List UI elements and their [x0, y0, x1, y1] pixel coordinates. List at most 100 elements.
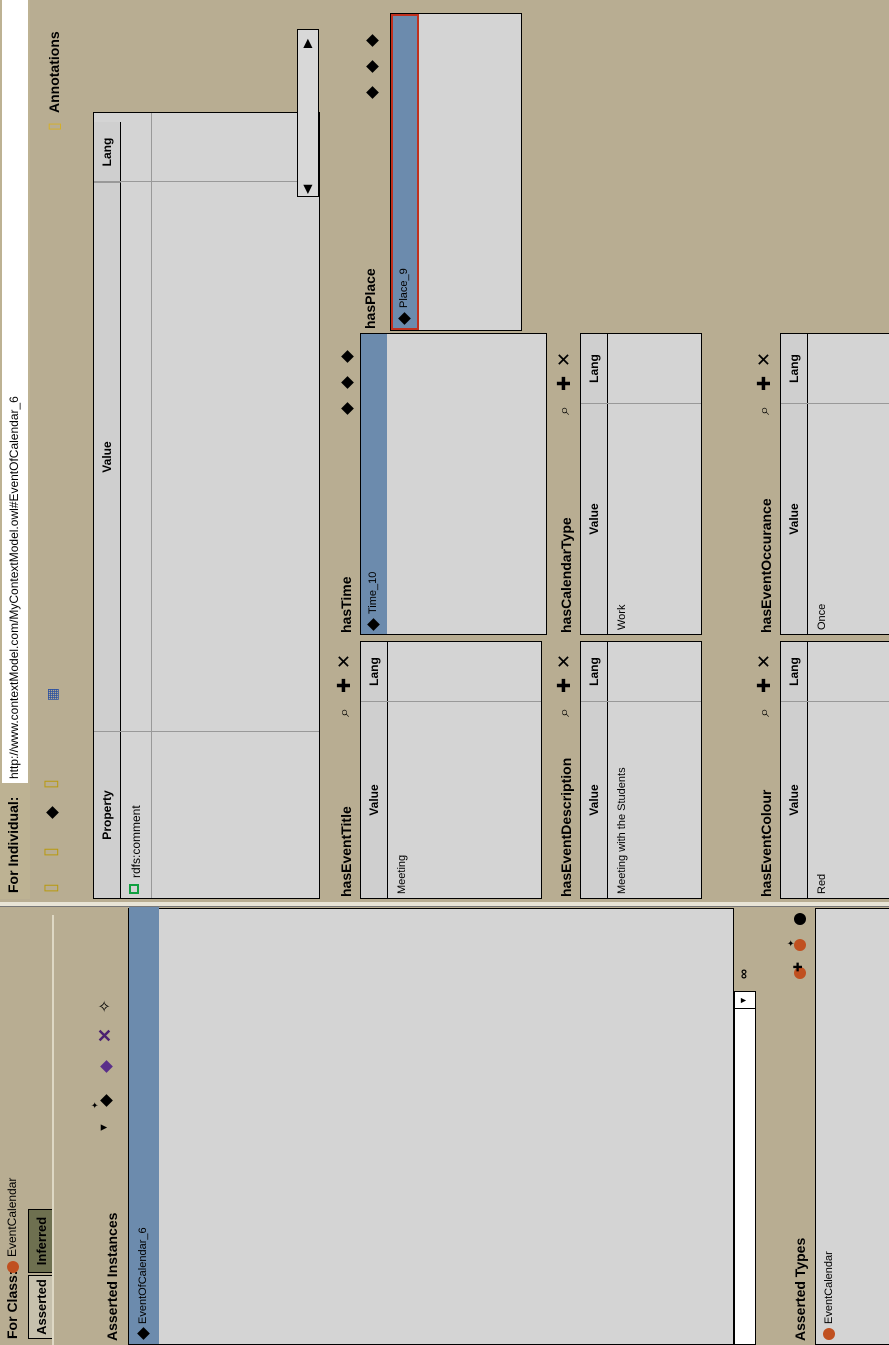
value-header[interactable]: Value	[361, 701, 388, 898]
cell-value: Meeting with the Students	[616, 767, 628, 894]
list-item[interactable]: EventOfCalendar_6	[129, 903, 159, 1344]
add-value-icon[interactable]	[341, 376, 354, 389]
tab-asserted[interactable]: Asserted	[28, 1275, 53, 1339]
lang-header[interactable]: Lang	[361, 642, 388, 701]
annotations-header-value[interactable]: Value	[94, 182, 121, 731]
has-time-list[interactable]: Time_10	[360, 333, 547, 635]
search-icon[interactable]: ⌕	[556, 708, 574, 717]
create-instance-icon[interactable]	[100, 1094, 113, 1107]
close-icon[interactable]: ✕	[554, 352, 575, 367]
value-header[interactable]: Value	[581, 701, 608, 898]
type-circle-icon[interactable]	[794, 913, 806, 925]
search-icon[interactable]: ⌕	[756, 406, 774, 415]
add-icon[interactable]: ✚	[554, 678, 575, 693]
instance-search-field[interactable]	[734, 1008, 756, 1345]
delete-instance-icon[interactable]: ✕	[95, 1028, 116, 1043]
list-item[interactable]: Time_10	[361, 334, 387, 634]
close-icon[interactable]: ✕	[754, 352, 775, 367]
has-event-colour-label: hasEventColour	[758, 789, 774, 897]
header-label: Lang	[787, 657, 801, 686]
add-icon[interactable]: ✚	[754, 678, 775, 693]
create-value-icon[interactable]	[341, 402, 354, 415]
column-divider	[781, 701, 889, 702]
lang-header[interactable]: Lang	[781, 334, 808, 403]
close-icon[interactable]: ✕	[754, 654, 775, 669]
sparkle-instance-icon[interactable]: ✧	[95, 1000, 115, 1013]
add-annotation-icon[interactable]: ▯	[40, 883, 61, 893]
value-header[interactable]: Value	[781, 701, 808, 898]
lang-header[interactable]: Lang	[581, 642, 608, 701]
scroll-left-icon[interactable]: ◀	[300, 185, 314, 194]
class-icon	[7, 1261, 19, 1273]
value-header[interactable]: Value	[581, 403, 608, 634]
add-icon[interactable]: ✚	[334, 678, 355, 693]
has-event-title-table[interactable]: Value Lang Meeting	[360, 641, 542, 899]
table-row[interactable]: rdfs:comment	[121, 113, 152, 898]
search-dropdown[interactable]: ▼	[734, 991, 756, 1009]
copy-instance-icon[interactable]	[100, 1060, 113, 1073]
close-icon[interactable]: ✕	[554, 654, 575, 669]
chevron-down-icon: ▼	[738, 996, 748, 1005]
dropdown-arrow-icon[interactable]: ▼	[98, 1122, 110, 1133]
annotations-table[interactable]: Property Value Lang rdfs:comment	[93, 112, 320, 899]
annotations-header-lang[interactable]: Lang	[94, 122, 121, 182]
asserted-types-title: Asserted Types	[792, 1237, 808, 1341]
cell-value: Meeting	[396, 854, 408, 894]
add-individual-annotation-icon[interactable]	[46, 806, 59, 819]
search-icon[interactable]: ⌕	[556, 406, 574, 415]
header-label: Lang	[587, 657, 601, 686]
header-label: Lang	[787, 354, 801, 383]
has-event-description-label: hasEventDescription	[558, 757, 574, 897]
list-item[interactable]: Place_9	[391, 14, 419, 330]
header-label: Value	[100, 441, 114, 473]
header-label: Lang	[100, 137, 114, 167]
individual-bar: For Individual: http://www.contextModel.…	[0, 0, 30, 899]
annotation-property: rdfs:comment	[129, 805, 143, 878]
has-event-description-table[interactable]: Value Lang Meeting with the Students	[580, 641, 702, 899]
list-item-label: Place_9	[398, 268, 410, 308]
table-row[interactable]: Meeting	[388, 642, 418, 898]
individual-uri-text: http://www.contextModel.com/MyContextMod…	[7, 396, 21, 779]
panel-splitter[interactable]	[0, 902, 889, 907]
search-icon[interactable]: ⌕	[756, 708, 774, 717]
annotations-header-property[interactable]: Property	[94, 731, 121, 898]
has-event-colour-table[interactable]: Value Lang Red	[780, 641, 889, 899]
add-type-plus-icon: ✚	[791, 961, 805, 972]
add-annotation-value-icon[interactable]: ▯	[40, 847, 61, 857]
class-bar-label: For Class:	[4, 1270, 20, 1339]
close-icon[interactable]: ✕	[334, 654, 355, 669]
table-row[interactable]: Meeting with the Students	[608, 642, 638, 898]
individual-bar-label: For Individual:	[5, 796, 21, 893]
individual-uri-field[interactable]: http://www.contextModel.com/MyContextMod…	[2, 0, 28, 783]
has-calendar-type-label: hasCalendarType	[558, 517, 574, 633]
has-calendar-type-table[interactable]: Value Lang Work	[580, 333, 702, 635]
table-row[interactable]: Red	[808, 642, 838, 898]
scroll-right-icon[interactable]: ▶	[300, 39, 314, 48]
search-binoculars-icon[interactable]: ∞	[735, 969, 751, 979]
asserted-types-list[interactable]: EventCalendar	[815, 908, 889, 1345]
search-icon[interactable]: ⌕	[336, 708, 354, 717]
has-event-occurance-table[interactable]: Value Lang Once	[780, 333, 889, 635]
annotations-doc-icon[interactable]: ▯	[44, 122, 64, 131]
asserted-instances-list[interactable]: EventOfCalendar_6	[128, 903, 734, 1345]
create-value-icon[interactable]	[366, 86, 379, 99]
table-row[interactable]: Once	[808, 334, 838, 634]
annotations-scrollbar[interactable]: ◀ ▶	[297, 29, 319, 197]
annotation-view-icon[interactable]: ▦	[44, 688, 61, 701]
has-place-list[interactable]: Place_9	[390, 13, 522, 331]
add-value-icon[interactable]	[366, 60, 379, 73]
lang-header[interactable]: Lang	[781, 642, 808, 701]
remove-value-icon[interactable]	[366, 34, 379, 47]
value-header[interactable]: Value	[781, 403, 808, 634]
individual-icon	[398, 312, 411, 325]
lang-header[interactable]: Lang	[581, 334, 608, 403]
remove-type-mark-icon: ✦	[786, 939, 796, 947]
table-row[interactable]: Work	[608, 334, 638, 634]
tab-inferred[interactable]: Inferred	[28, 1209, 53, 1273]
add-icon[interactable]: ✚	[754, 376, 775, 391]
add-icon[interactable]: ✚	[554, 376, 575, 391]
remove-value-icon[interactable]	[341, 350, 354, 363]
create-instance-sparkle-icon: ✦	[90, 1101, 100, 1109]
has-event-occurance-label: hasEventOccurance	[758, 498, 774, 633]
delete-annotation-icon[interactable]: ▯	[40, 779, 61, 789]
